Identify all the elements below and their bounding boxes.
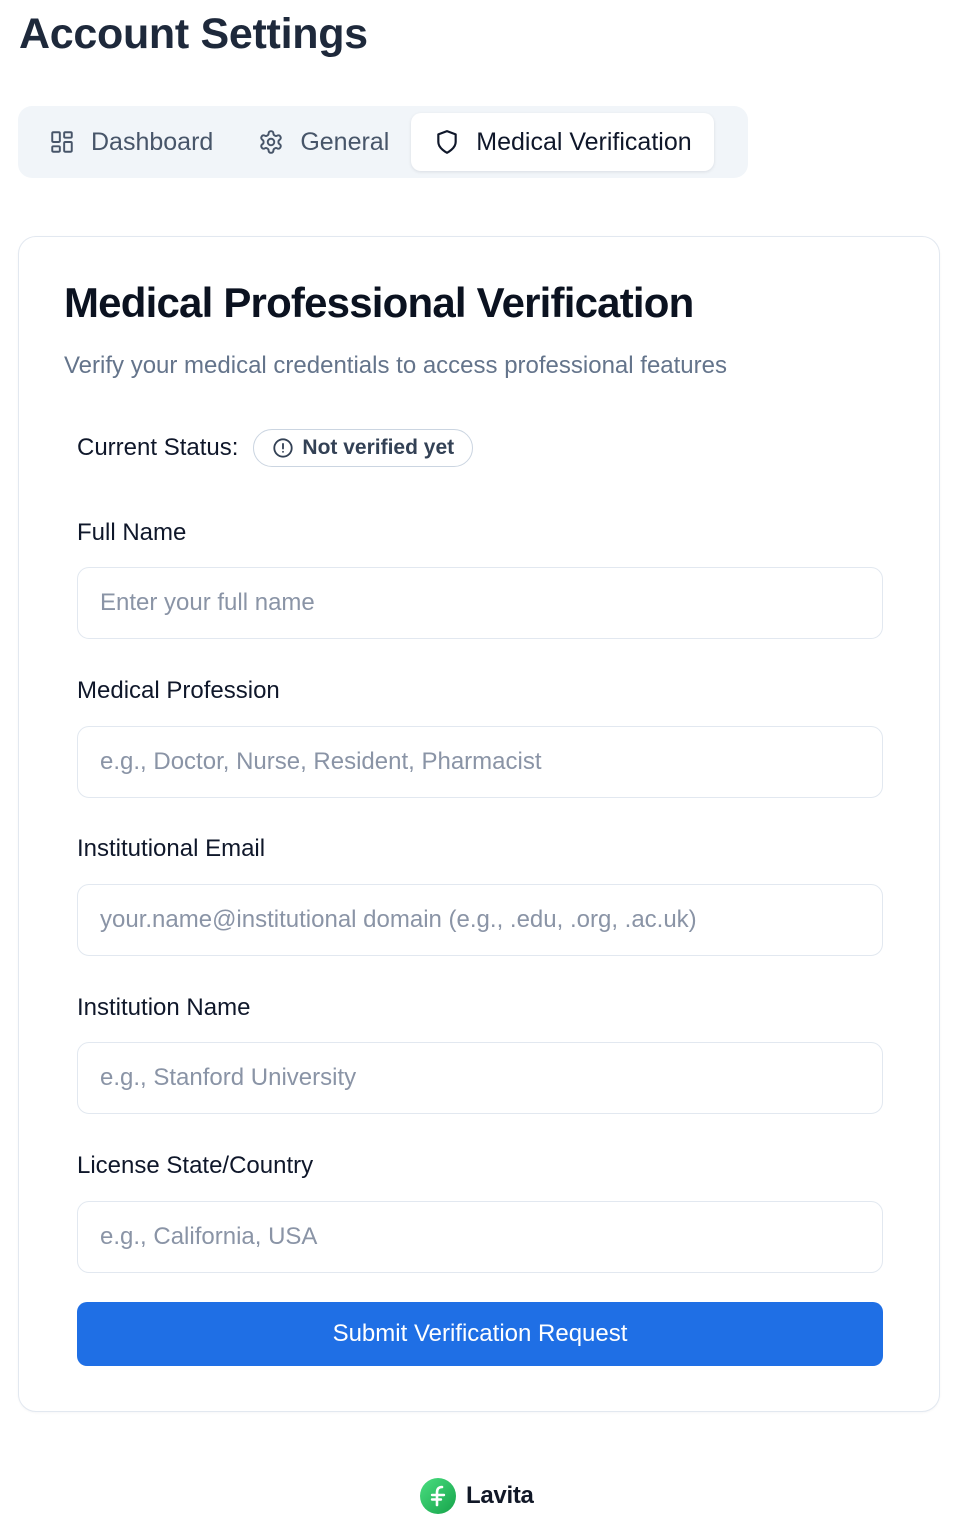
status-badge: Not verified yet bbox=[253, 429, 474, 467]
medical-profession-label: Medical Profession bbox=[77, 677, 280, 704]
license-state-country-input[interactable] bbox=[77, 1201, 883, 1273]
settings-tabs: Dashboard General Medical Verification bbox=[18, 106, 748, 178]
institutional-email-label: Institutional Email bbox=[77, 835, 266, 862]
footer-brand: Lavita bbox=[420, 1478, 534, 1514]
full-name-input[interactable] bbox=[77, 567, 883, 639]
card-title: Medical Professional Verification bbox=[64, 279, 694, 326]
tab-general-label: General bbox=[300, 127, 390, 156]
institution-name-input[interactable] bbox=[77, 1042, 883, 1114]
page-title: Account Settings bbox=[19, 10, 368, 58]
tab-general[interactable]: General bbox=[235, 113, 411, 171]
card-subtitle: Verify your medical credentials to acces… bbox=[64, 352, 727, 379]
institutional-email-input[interactable] bbox=[77, 884, 883, 956]
dashboard-grid-icon bbox=[48, 128, 76, 156]
tab-dashboard[interactable]: Dashboard bbox=[26, 113, 235, 171]
status-row: Current Status: Not verified yet bbox=[77, 429, 474, 467]
alert-circle-icon bbox=[272, 437, 294, 459]
status-badge-text: Not verified yet bbox=[302, 436, 455, 459]
tab-dashboard-label: Dashboard bbox=[91, 127, 214, 156]
shield-icon bbox=[433, 128, 461, 156]
tab-medical-verification[interactable]: Medical Verification bbox=[411, 113, 714, 171]
submit-verification-button[interactable]: Submit Verification Request bbox=[77, 1302, 883, 1366]
medical-profession-input[interactable] bbox=[77, 726, 883, 798]
brand-name: Lavita bbox=[466, 1482, 534, 1509]
verification-card: Medical Professional Verification Verify… bbox=[18, 236, 940, 1412]
full-name-label: Full Name bbox=[77, 519, 187, 546]
tab-medical-verification-label: Medical Verification bbox=[476, 127, 692, 156]
gear-icon bbox=[257, 128, 285, 156]
status-label: Current Status: bbox=[77, 434, 239, 461]
institution-name-label: Institution Name bbox=[77, 994, 251, 1021]
lavita-logo-icon bbox=[420, 1478, 456, 1514]
license-state-country-label: License State/Country bbox=[77, 1152, 314, 1179]
